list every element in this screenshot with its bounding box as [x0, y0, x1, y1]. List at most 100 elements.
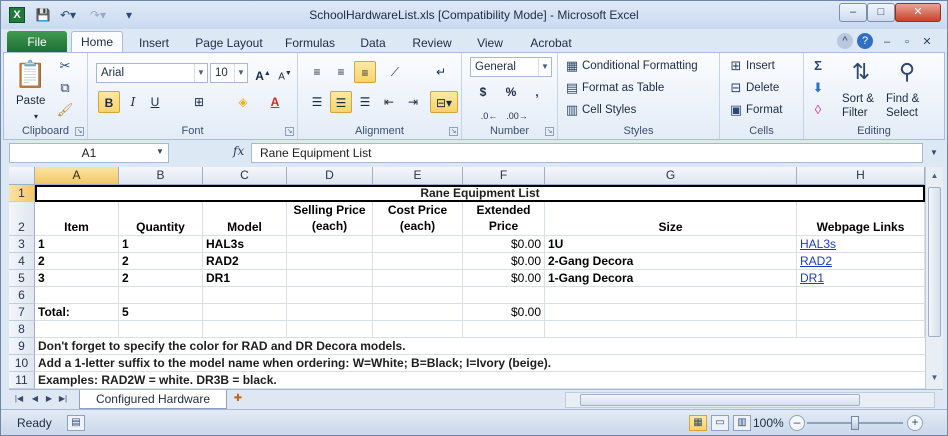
row-header-4[interactable]: 4	[9, 253, 35, 270]
cell-empty[interactable]	[373, 287, 463, 304]
help-icon[interactable]: ?	[857, 33, 873, 49]
chevron-down-icon[interactable]: ▼	[234, 64, 247, 82]
align-left-icon[interactable]: ☰	[306, 91, 328, 113]
column-header-f[interactable]: F	[463, 167, 545, 185]
fill-color-icon[interactable]: ◈	[232, 91, 254, 113]
row-header-2[interactable]: 2	[9, 202, 35, 236]
last-sheet-icon[interactable]: ▶|	[57, 392, 69, 406]
sheet-title-cell[interactable]: Rane Equipment List	[35, 185, 925, 202]
increase-decimal-icon[interactable]: .0←	[478, 105, 500, 127]
cell-empty[interactable]	[287, 321, 373, 338]
prev-sheet-icon[interactable]: ◀	[29, 392, 41, 406]
cell-quantity[interactable]: 2	[119, 270, 203, 287]
name-box[interactable]: A1	[9, 143, 169, 163]
cell-item[interactable]: 1	[35, 236, 119, 253]
binoculars-icon[interactable]: ⚲	[892, 57, 922, 87]
total-extended-price-cell[interactable]: $0.00	[463, 304, 545, 321]
cell-empty[interactable]	[545, 321, 797, 338]
tab-data[interactable]: Data	[353, 33, 393, 53]
row-header-10[interactable]: 10	[9, 355, 35, 372]
close-button[interactable]: ✕	[895, 3, 941, 22]
column-header-d[interactable]: D	[287, 167, 373, 185]
paste-icon[interactable]: 📋	[14, 57, 46, 91]
tab-acrobat[interactable]: Acrobat	[521, 33, 581, 53]
row-header-11[interactable]: 11	[9, 372, 35, 389]
decrease-decimal-icon[interactable]: .00→	[506, 105, 528, 127]
fill-icon[interactable]: ⬇	[810, 79, 826, 97]
row-header-1[interactable]: 1	[9, 185, 35, 202]
horizontal-scrollbar[interactable]	[565, 392, 935, 408]
cell-empty[interactable]	[35, 321, 119, 338]
zoom-in-icon[interactable]: +	[907, 415, 923, 431]
cell-model[interactable]: DR1	[203, 270, 287, 287]
bold-button[interactable]: B	[98, 91, 120, 113]
cell-empty[interactable]	[463, 321, 545, 338]
font-name-combo[interactable]: Arial ▼	[96, 63, 208, 83]
cell-selling-price[interactable]	[287, 270, 373, 287]
cell-item[interactable]: 3	[35, 270, 119, 287]
cell-empty[interactable]	[287, 287, 373, 304]
italic-button[interactable]: I	[122, 91, 144, 113]
column-header-g[interactable]: G	[545, 167, 797, 185]
align-top-icon[interactable]: ≡	[306, 61, 328, 83]
expand-formula-bar-icon[interactable]: ▼	[927, 144, 941, 162]
row-header-3[interactable]: 3	[9, 236, 35, 253]
cell-cost-price[interactable]	[373, 270, 463, 287]
format-button[interactable]: Format	[746, 100, 782, 120]
merge-center-icon[interactable]: ⊟▾	[430, 91, 458, 113]
cell-empty[interactable]	[797, 287, 925, 304]
macro-record-icon[interactable]: ▤	[67, 415, 85, 431]
doc-restore-icon[interactable]: ▫	[899, 33, 915, 51]
cell-empty[interactable]	[797, 321, 925, 338]
cell-empty[interactable]	[797, 304, 925, 321]
insert-function-icon[interactable]: fx	[233, 144, 244, 158]
cell-empty[interactable]	[373, 321, 463, 338]
align-bottom-icon[interactable]: ≡	[354, 61, 376, 83]
horizontal-scroll-thumb[interactable]	[580, 394, 860, 406]
zoom-level[interactable]: 100%	[753, 416, 784, 430]
grow-font-icon[interactable]: A▲	[252, 63, 274, 85]
align-center-icon[interactable]: ☰	[330, 91, 352, 113]
cell-empty[interactable]	[463, 287, 545, 304]
paste-button[interactable]: Paste	[16, 91, 45, 111]
header-cost-price[interactable]: Cost Price (each)	[373, 202, 463, 236]
cell-empty[interactable]	[287, 304, 373, 321]
vertical-scroll-thumb[interactable]	[928, 187, 941, 337]
scroll-up-icon[interactable]: ▲	[928, 169, 941, 183]
tab-insert[interactable]: Insert	[129, 33, 179, 53]
comma-button[interactable]: ,	[526, 81, 548, 103]
shrink-font-icon[interactable]: A▼	[274, 63, 296, 85]
row-header-9[interactable]: 9	[9, 338, 35, 355]
ribbon-collapse-icon[interactable]: ^	[837, 33, 853, 49]
maximize-button[interactable]: □	[867, 3, 895, 22]
sort-filter-label-2[interactable]: Filter	[842, 103, 868, 123]
cell-empty[interactable]	[203, 287, 287, 304]
tab-review[interactable]: Review	[405, 33, 459, 53]
link-rad2[interactable]: RAD2	[797, 253, 925, 270]
cell-empty[interactable]	[119, 321, 203, 338]
percent-button[interactable]: %	[500, 81, 522, 103]
chevron-down-icon[interactable]: ▼	[153, 143, 167, 161]
underline-button[interactable]: U	[144, 91, 166, 113]
wrap-text-icon[interactable]: ↵	[430, 61, 452, 83]
cell-empty[interactable]	[119, 287, 203, 304]
tab-view[interactable]: View	[469, 33, 511, 53]
normal-view-icon[interactable]: ▦	[689, 415, 707, 431]
zoom-slider-thumb[interactable]	[851, 416, 859, 430]
note-row[interactable]: Examples: RAD2W = white. DR3B = black.	[35, 372, 925, 389]
cell-empty[interactable]	[373, 304, 463, 321]
align-right-icon[interactable]: ☰	[354, 91, 376, 113]
header-selling-price[interactable]: Selling Price (each)	[287, 202, 373, 236]
cut-icon[interactable]: ✂	[56, 57, 74, 75]
paste-dropdown-icon[interactable]: ▾	[34, 107, 38, 127]
cell-size[interactable]: 1-Gang Decora	[545, 270, 797, 287]
font-color-icon[interactable]: A	[264, 91, 286, 113]
cell-empty[interactable]	[545, 287, 797, 304]
insert-button[interactable]: Insert	[746, 56, 775, 76]
chevron-down-icon[interactable]: ▼	[538, 58, 551, 76]
number-format-combo[interactable]: General ▼	[470, 57, 552, 77]
cell-empty[interactable]	[203, 304, 287, 321]
link-dr1[interactable]: DR1	[797, 270, 925, 287]
header-item[interactable]: Item	[35, 202, 119, 236]
header-extended-price[interactable]: Extended Price	[463, 202, 545, 236]
